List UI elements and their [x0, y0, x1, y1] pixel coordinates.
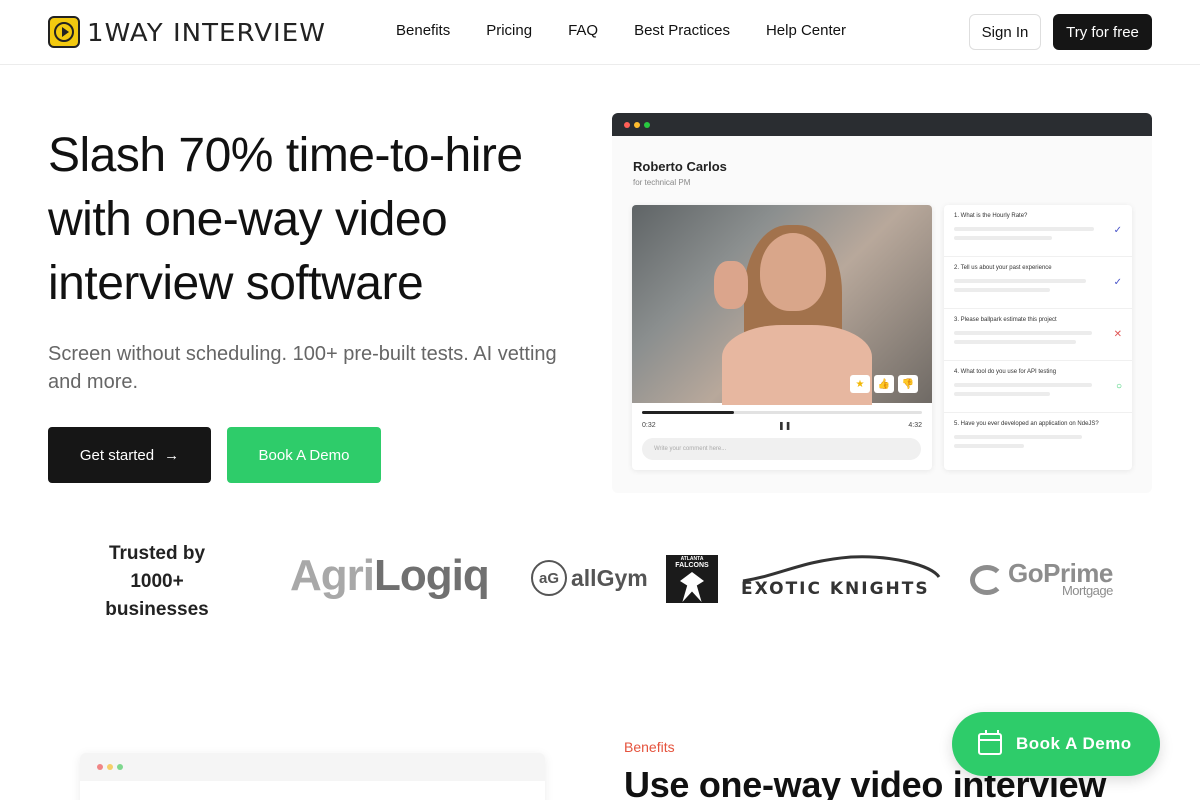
floating-book-demo-button[interactable]: Book A Demo: [952, 712, 1160, 776]
question-text: 5. Have you ever developed an applicatio…: [954, 421, 1099, 427]
candidate-name: Roberto Carlos: [633, 159, 727, 174]
question-item[interactable]: 4. What tool do you use for API testing …: [944, 361, 1132, 413]
answer-placeholder-line: [954, 340, 1076, 344]
benefits-mockup: [80, 753, 545, 800]
pending-circle-icon: ○: [1115, 381, 1122, 392]
sign-in-button[interactable]: Sign In: [969, 14, 1041, 50]
question-item[interactable]: 3. Please ballpark estimate this project…: [944, 309, 1132, 361]
nav-link-faq[interactable]: FAQ: [568, 22, 598, 39]
floating-book-demo-label: Book A Demo: [1016, 734, 1132, 753]
question-text: 1. What is the Hourly Rate?: [954, 213, 1028, 219]
question-list: 1. What is the Hourly Rate? ✓ 2. Tell us…: [944, 205, 1132, 470]
window-close-dot: [97, 764, 103, 770]
answer-placeholder-line: [954, 236, 1052, 240]
nav-links: Benefits Pricing FAQ Best Practices Help…: [396, 22, 882, 39]
mockup-window-bar: [80, 753, 545, 781]
time-elapsed: 0:32: [642, 422, 656, 429]
nav-link-benefits[interactable]: Benefits: [396, 22, 450, 39]
arrow-right-icon: →: [164, 446, 180, 464]
get-started-button[interactable]: Get started →: [48, 427, 211, 483]
nav-link-help-center[interactable]: Help Center: [766, 22, 846, 39]
comment-input[interactable]: Write your comment here...: [642, 438, 921, 460]
waving-hand: [714, 261, 748, 309]
nav-link-best-practices[interactable]: Best Practices: [634, 22, 730, 39]
try-for-free-button[interactable]: Try for free: [1053, 14, 1152, 50]
candidate-video[interactable]: ★ 👍 👎: [632, 205, 932, 405]
question-item[interactable]: 5. Have you ever developed an applicatio…: [944, 413, 1132, 465]
window-close-dot: [624, 121, 630, 128]
candidate-role: for technical PM: [633, 178, 691, 187]
question-item[interactable]: 1. What is the Hourly Rate? ✓: [944, 205, 1132, 257]
question-text: 4. What tool do you use for API testing: [954, 369, 1057, 375]
window-minimize-dot: [634, 121, 640, 128]
agrilogiq-logo: AgriLogiq: [290, 551, 490, 600]
mockup-body: [80, 781, 545, 800]
answer-placeholder-line: [954, 435, 1082, 439]
mockup-window-bar: [612, 113, 1152, 136]
play-icon: [48, 16, 80, 48]
time-total: 4:32: [908, 422, 922, 429]
question-text: 2. Tell us about your past experience: [954, 265, 1052, 271]
brand-name: 1WAY INTERVIEW: [87, 17, 326, 47]
video-progress-bar[interactable]: [642, 411, 922, 414]
answer-placeholder-line: [954, 392, 1050, 396]
book-demo-button[interactable]: Book A Demo: [227, 427, 381, 483]
window-maximize-dot: [117, 764, 123, 770]
brand-logo[interactable]: 1WAY INTERVIEW: [48, 15, 325, 49]
candidate-body: [722, 325, 872, 405]
trusted-by-label: Trusted by 1000+ businesses: [105, 543, 209, 620]
answer-placeholder-line: [954, 383, 1092, 387]
goprime-mortgage-logo: GoPrime Mortgage: [970, 560, 1113, 598]
thumbs-up-icon[interactable]: 👍: [874, 375, 894, 393]
get-started-label: Get started: [79, 446, 155, 464]
cross-icon: ✕: [1113, 329, 1122, 340]
check-icon: ✓: [1113, 225, 1122, 236]
allgym-logo: aG allGym: [531, 560, 648, 596]
thumbs-down-icon[interactable]: 👎: [898, 375, 918, 393]
video-player: ★ 👍 👎 0:32 ❚❚ 4:32 Write your comment he…: [632, 205, 932, 470]
answer-placeholder-line: [954, 444, 1024, 448]
check-icon: ✓: [1113, 277, 1122, 288]
calendar-icon: [978, 730, 1002, 755]
candidate-face: [760, 233, 826, 311]
product-mockup: Roberto Carlos for technical PM ★ 👍 👎 0:…: [612, 113, 1152, 493]
window-maximize-dot: [644, 121, 650, 128]
star-icon[interactable]: ★: [850, 375, 870, 393]
question-item[interactable]: 2. Tell us about your past experience ✓: [944, 257, 1132, 309]
top-navbar: 1WAY INTERVIEW Benefits Pricing FAQ Best…: [0, 0, 1200, 65]
nav-link-pricing[interactable]: Pricing: [486, 22, 532, 39]
pause-icon[interactable]: ❚❚: [778, 421, 791, 430]
answer-placeholder-line: [954, 279, 1086, 283]
answer-placeholder-line: [954, 331, 1092, 335]
hero-title: Slash 70% time-to-hire with one-way vide…: [48, 129, 523, 310]
section-label: Benefits: [624, 739, 675, 755]
reaction-buttons: ★ 👍 👎: [850, 375, 918, 393]
atlanta-falcons-logo: ATLANTA FALCONS: [666, 555, 718, 603]
question-text: 3. Please ballpark estimate this project: [954, 317, 1057, 323]
hero-subtitle: Screen without scheduling. 100+ pre-buil…: [48, 343, 557, 393]
answer-placeholder-line: [954, 288, 1050, 292]
video-progress-fill: [642, 411, 735, 414]
window-minimize-dot: [107, 764, 113, 770]
answer-placeholder-line: [954, 227, 1094, 231]
exotic-knights-logo: EXOTIC KNIGHTS: [741, 555, 941, 603]
